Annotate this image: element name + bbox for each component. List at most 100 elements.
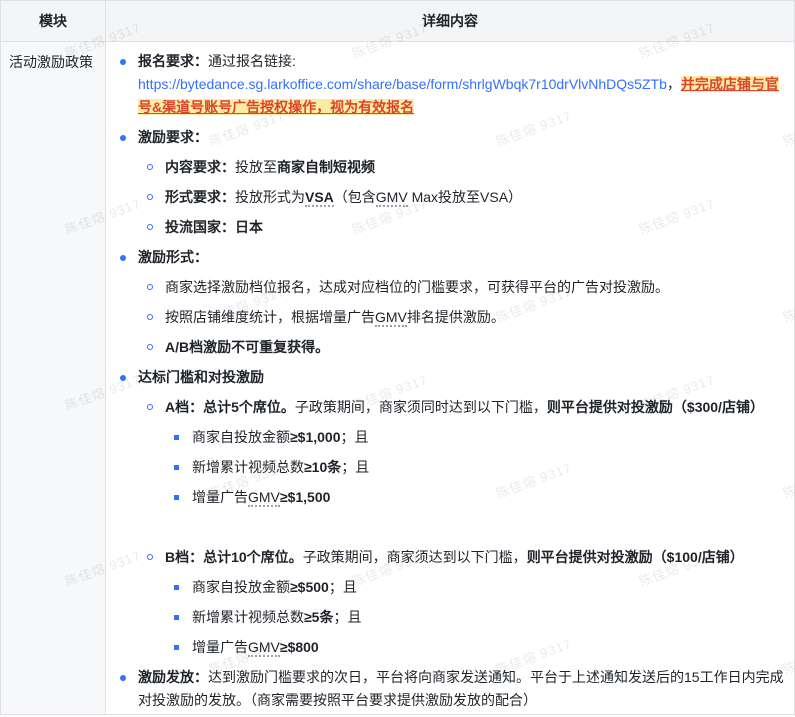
text-segment: GMV [375,309,407,327]
table-body-row: 活动激励政策 报名要求：通过报名链接: https://bytedance.sg.… [1,42,794,714]
text-segment: ≥$800 [280,639,319,655]
document-page: 模块 详细内容 活动激励政策 报名要求：通过报名链接: https://byted… [0,0,795,717]
list-item-text: A/B档激励不可重复获得。 [165,336,788,359]
list-item-level3: 商家自投放金额≥$500；且 [119,576,788,599]
text-segment: ≥$500 [290,579,329,595]
list-item-level2: B档：总计10个席位。子政策期间，商家须达到以下门槛，则平台提供对投激励（$10… [119,546,788,569]
bullet-icon [173,576,192,590]
text-segment: ；且 [341,459,369,475]
text-segment: 形式要求： [165,189,235,205]
list-item-text: 激励形式： [138,246,788,269]
list-item-level2: 商家选择激励档位报名，达成对应档位的门槛要求，可获得平台的广告对投激励。 [119,276,788,299]
text-segment: GMV [248,489,280,507]
text-segment: 激励形式： [138,249,208,265]
text-segment: 增量广告 [192,489,248,505]
text-segment: 子政策期间，商家须达到以下门槛， [303,549,527,565]
list-item-level1: 激励发放：达到激励门槛要求的次日，平台将向商家发送通知。平台于上述通知发送后的1… [119,666,788,712]
bullet-icon [146,336,165,350]
blank-line [119,516,788,539]
text-segment: ；且 [341,429,369,445]
list-item-level1: 激励要求： [119,126,788,149]
text-segment: 达到激励门槛要求的次日，平台将向商家发送通知。平台于上述通知发送后的15工作日内… [138,669,784,708]
text-segment: 内容要求： [165,159,235,175]
text-segment: 投流国家： [165,219,235,235]
text-segment: 日本 [235,219,263,235]
list-item-text: 达标门槛和对投激励 [138,366,788,389]
list-item-text: 新增累计视频总数≥5条；且 [192,606,788,629]
bullet-icon [146,216,165,230]
list-item-text: 激励发放：达到激励门槛要求的次日，平台将向商家发送通知。平台于上述通知发送后的1… [138,666,788,712]
list-item-level3: 新增累计视频总数≥10条；且 [119,456,788,479]
table-header-row: 模块 详细内容 [1,1,794,42]
list-item-text: 商家自投放金额≥$500；且 [192,576,788,599]
text-segment: Max投放至VSA） [408,189,522,205]
bullet-icon [173,636,192,650]
text-segment: ≥$1,000 [290,429,341,445]
bullet-icon [146,186,165,200]
list-item-level2: 形式要求：投放形式为VSA（包含GMV Max投放至VSA） [119,186,788,209]
text-segment: B档：总计10个席位。 [165,549,303,565]
bullet-icon [173,426,192,440]
text-segment: ；且 [333,609,361,625]
list-item-level2: 投流国家：日本 [119,216,788,239]
text-segment: GMV [376,189,408,207]
list-item-text: 商家选择激励档位报名，达成对应档位的门槛要求，可获得平台的广告对投激励。 [165,276,788,299]
bullet-icon [173,456,192,470]
text-segment: ；且 [329,579,357,595]
list-item-level1: 达标门槛和对投激励 [119,366,788,389]
text-segment: 通过报名链接: [208,53,296,69]
content-list: 报名要求：通过报名链接: https://bytedance.sg.larkoff… [106,42,794,714]
text-segment: 商家自投放金额 [192,579,290,595]
bullet-icon [146,276,165,290]
text-segment: 按照店铺维度统计，根据增量广告 [165,309,375,325]
list-item-level1: 报名要求：通过报名链接: https://bytedance.sg.larkoff… [119,50,788,119]
list-item-text: 增量广告GMV≥$1,500 [192,486,788,509]
bullet-icon [173,486,192,500]
list-item-level3: 商家自投放金额≥$1,000；且 [119,426,788,449]
list-item-text: 报名要求：通过报名链接: https://bytedance.sg.larkoff… [138,50,788,119]
text-segment: A档：总计5个席位。 [165,399,295,415]
text-segment: 激励要求： [138,129,208,145]
bullet-icon [119,366,138,381]
text-segment: GMV [248,639,280,657]
text-segment: 商家选择激励档位报名，达成对应档位的门槛要求，可获得平台的广告对投激励。 [165,279,669,295]
list-item-text: B档：总计10个席位。子政策期间，商家须达到以下门槛，则平台提供对投激励（$10… [165,546,788,569]
bullet-icon [146,156,165,170]
list-item-text: 按照店铺维度统计，根据增量广告GMV排名提供激励。 [165,306,788,329]
bullet-icon [173,606,192,620]
text-segment: 新增累计视频总数 [192,609,304,625]
text-segment: ≥5条 [304,609,333,625]
list-item-level2: 按照店铺维度统计，根据增量广告GMV排名提供激励。 [119,306,788,329]
header-cell-detail: 详细内容 [106,1,794,41]
text-segment: 报名要求： [138,53,208,69]
list-item-text: 商家自投放金额≥$1,000；且 [192,426,788,449]
text-segment: ≥$1,500 [280,489,331,505]
text-segment: 则平台提供对投激励（$100/店铺） [527,549,744,565]
bullet-icon [119,246,138,261]
text-segment: 商家自投放金额 [192,429,290,445]
policy-table: 模块 详细内容 活动激励政策 报名要求：通过报名链接: https://byted… [0,0,795,715]
list-item-level3: 增量广告GMV≥$1,500 [119,486,788,509]
header-cell-module: 模块 [1,1,106,41]
list-item-text: 投流国家：日本 [165,216,788,239]
signup-form-link[interactable]: https://bytedance.sg.larkoffice.com/shar… [138,76,667,92]
list-item-text: A档：总计5个席位。子政策期间，商家须同时达到以下门槛，则平台提供对投激励（$3… [165,396,788,419]
bullet-icon [119,126,138,141]
text-segment: A/B档激励不可重复获得。 [165,339,329,355]
list-item-text: 内容要求：投放至商家自制短视频 [165,156,788,179]
list-item-text: 新增累计视频总数≥10条；且 [192,456,788,479]
list-item-level2: A/B档激励不可重复获得。 [119,336,788,359]
text-segment: 投放形式为 [235,189,305,205]
bullet-icon [119,50,138,65]
bullet-icon [146,396,165,410]
text-segment: 新增累计视频总数 [192,459,304,475]
text-segment: 激励发放： [138,669,208,685]
list-item-level2: A档：总计5个席位。子政策期间，商家须同时达到以下门槛，则平台提供对投激励（$3… [119,396,788,419]
text-segment: VSA [305,189,334,207]
text-segment: 子政策期间，商家须同时达到以下门槛， [295,399,547,415]
list-item-text: 形式要求：投放形式为VSA（包含GMV Max投放至VSA） [165,186,788,209]
list-item-text: 增量广告GMV≥$800 [192,636,788,659]
bullet-icon [146,546,165,560]
module-name-cell: 活动激励政策 [1,42,106,714]
list-item-level1: 激励形式： [119,246,788,269]
